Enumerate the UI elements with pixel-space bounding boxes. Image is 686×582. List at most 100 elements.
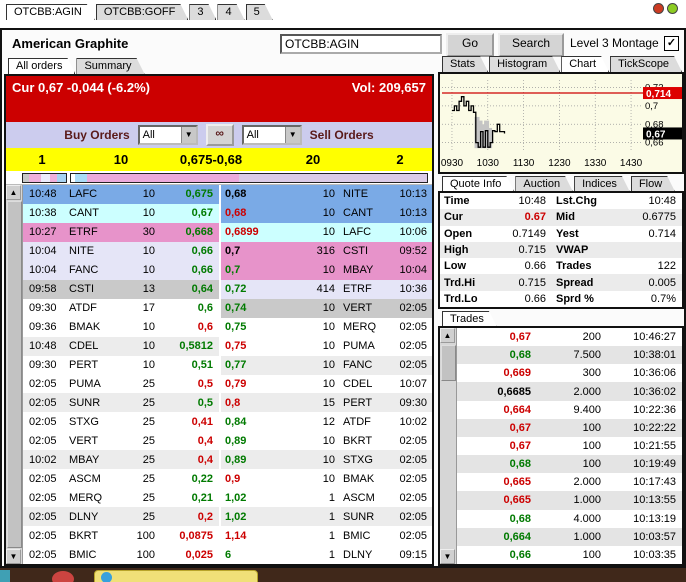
tab-stats[interactable]: Stats bbox=[442, 56, 488, 72]
order-book-row[interactable]: 10:02 MBAY 25 0,4 0,89 10 STXG 02:05 bbox=[23, 450, 432, 470]
ask-side: 1,02 1 SUNR 02:05 bbox=[219, 507, 432, 527]
tab-indices[interactable]: Indices bbox=[574, 176, 630, 192]
ask-side: 0,75 10 PUMA 02:05 bbox=[219, 336, 432, 356]
red-orb-icon[interactable] bbox=[52, 571, 74, 582]
ask-price: 1,02 bbox=[225, 491, 247, 504]
red-dot-icon[interactable] bbox=[653, 3, 664, 14]
order-book-row[interactable]: 10:04 FANC 10 0,66 0,7 10 MBAY 10:04 bbox=[23, 260, 432, 280]
order-book-row[interactable]: 09:58 CSTI 13 0,64 0,72 414 ETRF 10:36 bbox=[23, 279, 432, 299]
trade-price: 0,665 bbox=[503, 494, 531, 507]
depth-bars bbox=[6, 171, 432, 185]
tab-trades[interactable]: Trades bbox=[442, 311, 497, 327]
scroll-up-button[interactable]: ▲ bbox=[6, 185, 21, 200]
order-book-row[interactable]: 02:05 BKRT 100 0,0875 1,14 1 BMIC 02:05 bbox=[23, 526, 432, 546]
sell-filter-select[interactable]: All ▼ bbox=[241, 125, 302, 145]
bid-side: 10:27 ETRF 30 0,668 bbox=[23, 222, 219, 242]
order-book-row[interactable]: 02:05 SUNR 25 0,5 0,8 15 PERT 09:30 bbox=[23, 393, 432, 413]
bid-side: 10:04 FANC 10 0,66 bbox=[23, 260, 219, 280]
order-book-row[interactable]: 02:05 PUMA 25 0,5 0,79 10 CDEL 10:07 bbox=[23, 374, 432, 394]
order-book-row[interactable]: 02:05 BMIC 100 0,025 6 1 DLNY 09:15 bbox=[23, 545, 432, 565]
tab-chart[interactable]: Chart bbox=[561, 56, 609, 72]
trade-size: 1.000 bbox=[573, 530, 601, 543]
chevron-down-icon[interactable]: ▼ bbox=[284, 127, 300, 143]
search-button[interactable]: Search bbox=[498, 33, 564, 57]
bid-size: 10 bbox=[142, 340, 155, 353]
ask-price: 0,9 bbox=[225, 472, 241, 485]
tab-3[interactable]: 3 bbox=[189, 4, 216, 20]
stat-value: 0.66 bbox=[524, 260, 546, 273]
tab-histogram[interactable]: Histogram bbox=[489, 56, 560, 72]
scrollbar-thumb[interactable] bbox=[441, 345, 456, 381]
symbol-input[interactable] bbox=[280, 34, 442, 54]
bid-price: 0,668 bbox=[185, 226, 213, 239]
tab-otcbb-agin[interactable]: OTCBB:AGIN bbox=[6, 4, 95, 20]
tab-auction[interactable]: Auction bbox=[515, 176, 573, 192]
order-book-row[interactable]: 09:30 ATDF 17 0,6 0,74 10 VERT 02:05 bbox=[23, 298, 432, 318]
tab-quote-info[interactable]: Quote Info bbox=[442, 176, 514, 192]
order-book-scrollbar[interactable]: ▲ ▼ bbox=[6, 185, 23, 564]
order-book-row[interactable]: 02:05 DLNY 25 0,2 1,02 1 SUNR 02:05 bbox=[23, 507, 432, 527]
ask-mpid: PERT bbox=[343, 396, 373, 409]
green-dot-icon[interactable] bbox=[667, 3, 678, 14]
bid-side: 10:48 CDEL 10 0,5812 bbox=[23, 336, 219, 356]
go-button[interactable]: Go bbox=[446, 33, 494, 57]
tab-all-orders[interactable]: All orders bbox=[8, 58, 75, 74]
order-book-row[interactable]: 02:05 VERT 25 0,4 0,89 10 BKRT 02:05 bbox=[23, 431, 432, 451]
bid-price: 0,5 bbox=[197, 396, 213, 409]
stat-value: 0.7149 bbox=[512, 227, 546, 240]
order-book-row[interactable]: 10:27 ETRF 30 0,668 0,6899 10 LAFC 10:06 bbox=[23, 222, 432, 242]
tab-summary[interactable]: Summary bbox=[76, 58, 144, 74]
trade-time: 10:03:57 bbox=[633, 530, 676, 543]
tab-otcbb-goff[interactable]: OTCBB:GOFF bbox=[96, 4, 189, 20]
order-book-row[interactable]: 02:05 ASCM 25 0,22 0,9 10 BMAK 02:05 bbox=[23, 469, 432, 489]
trade-price: 0,67 bbox=[509, 331, 531, 344]
bid-order-count: 1 bbox=[38, 152, 46, 167]
ask-size: 10 bbox=[322, 188, 335, 201]
bid-time: 02:05 bbox=[29, 472, 57, 485]
scroll-down-button[interactable]: ▼ bbox=[6, 549, 21, 564]
tab-5[interactable]: 5 bbox=[246, 4, 273, 20]
buy-filter-select[interactable]: All ▼ bbox=[137, 125, 198, 145]
ask-price: 0,75 bbox=[225, 321, 247, 334]
order-book-row[interactable]: 10:48 LAFC 10 0,675 0,68 10 NITE 10:13 bbox=[23, 185, 432, 204]
link-filters-button[interactable]: ∞ bbox=[205, 124, 234, 146]
ask-size: 10 bbox=[322, 359, 335, 372]
chevron-down-icon[interactable]: ▼ bbox=[180, 127, 196, 143]
scroll-down-button[interactable]: ▼ bbox=[440, 549, 455, 564]
order-filters-bar: Buy Orders All ▼ ∞ All ▼ Sell Orders bbox=[6, 122, 432, 148]
bid-size: 25 bbox=[142, 491, 155, 504]
intraday-chart: 0,720,70,680,660,7140,670930103011301230… bbox=[440, 74, 682, 172]
order-book-row[interactable]: 09:30 PERT 10 0,51 0,77 10 FANC 02:05 bbox=[23, 355, 432, 375]
trades-scrollbar[interactable]: ▲ ▼ bbox=[440, 328, 457, 564]
order-book-row[interactable]: 10:38 CANT 10 0,67 0,68 10 CANT 10:13 bbox=[23, 203, 432, 223]
order-book-row[interactable]: 02:05 MERQ 25 0,21 1,02 1 ASCM 02:05 bbox=[23, 488, 432, 508]
ask-size: 10 bbox=[322, 472, 335, 485]
stat-value: 0.005 bbox=[648, 276, 676, 289]
order-book-row[interactable]: 10:48 CDEL 10 0,5812 0,75 10 PUMA 02:05 bbox=[23, 336, 432, 356]
depth-segment bbox=[87, 174, 239, 182]
ask-size: 414 bbox=[316, 283, 335, 296]
tab-flow[interactable]: Flow bbox=[631, 176, 675, 192]
notification-popup[interactable] bbox=[94, 570, 258, 582]
analysis-tabs: Stats Histogram Chart TickScope bbox=[442, 56, 683, 72]
ask-time: 10:04 bbox=[399, 264, 427, 277]
ask-size: 10 bbox=[322, 378, 335, 390]
scroll-up-button[interactable]: ▲ bbox=[440, 328, 455, 343]
trade-size: 7.500 bbox=[573, 349, 601, 362]
bid-mpid: SUNR bbox=[69, 396, 101, 409]
ask-size: 10 bbox=[322, 264, 335, 277]
order-book-row[interactable]: 10:04 NITE 10 0,66 0,7 316 CSTI 09:52 bbox=[23, 241, 432, 261]
scrollbar-thumb[interactable] bbox=[7, 201, 22, 548]
ask-mpid: PUMA bbox=[343, 340, 375, 353]
ask-side: 0,89 10 BKRT 02:05 bbox=[219, 431, 432, 451]
bid-price: 0,21 bbox=[191, 491, 213, 504]
tab-tickscope[interactable]: TickScope bbox=[610, 56, 682, 72]
bid-mpid: PUMA bbox=[69, 378, 101, 390]
order-book-row[interactable]: 09:36 BMAK 10 0,6 0,75 10 MERQ 02:05 bbox=[23, 317, 432, 337]
quote-info-row: Time 10:48 Lst.Chg 10:48 bbox=[440, 193, 682, 209]
order-book-row[interactable]: 02:05 STXG 25 0,41 0,84 12 ATDF 10:02 bbox=[23, 412, 432, 432]
trade-time: 10:22:22 bbox=[633, 421, 676, 434]
ask-side: 0,84 12 ATDF 10:02 bbox=[219, 412, 432, 432]
level3-montage-checkbox[interactable]: ✓ bbox=[664, 36, 679, 51]
tab-4[interactable]: 4 bbox=[217, 4, 244, 20]
